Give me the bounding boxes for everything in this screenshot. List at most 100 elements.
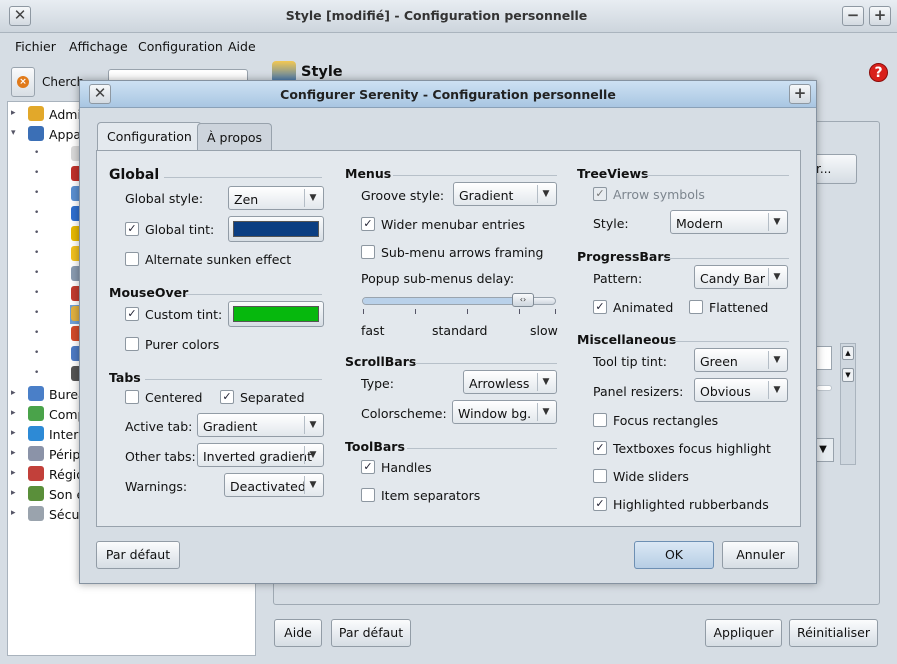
global-tint-checkbox[interactable]: ✓ <box>125 222 139 236</box>
panel-resizers-select[interactable]: Obvious ▼ <box>694 378 788 402</box>
focus-rectangles-label: Focus rectangles <box>613 413 719 428</box>
flattened-checkbox[interactable] <box>689 300 703 314</box>
other-tabs-select[interactable]: Inverted gradient ▼ <box>197 443 324 467</box>
global-tint-color-button[interactable] <box>228 216 324 242</box>
expander-closed-icon[interactable]: ▸ <box>11 468 16 478</box>
textbox-focus-checkbox[interactable]: ✓ <box>593 441 607 455</box>
menu-aide[interactable]: Aide <box>228 39 256 54</box>
animated-checkbox[interactable]: ✓ <box>593 300 607 314</box>
expander-closed-icon[interactable]: ▸ <box>11 108 16 118</box>
expander-closed-icon[interactable]: ▸ <box>11 428 16 438</box>
apply-button[interactable]: Appliquer <box>705 619 782 647</box>
active-tab-select[interactable]: Gradient ▼ <box>197 413 324 437</box>
item-separators-checkbox[interactable] <box>361 488 375 502</box>
expander-closed-icon[interactable]: ▸ <box>11 448 16 458</box>
help-icon[interactable]: ? <box>869 63 888 82</box>
window-title: Style [modifié] - Configuration personne… <box>285 8 588 23</box>
expander-closed-icon[interactable]: ▸ <box>11 488 16 498</box>
chevron-down-icon: ▼ <box>304 476 321 494</box>
clear-search-button[interactable]: × <box>11 67 35 97</box>
section-misc-heading: Miscellaneous <box>577 332 789 347</box>
reset-button[interactable]: Réinitialiser <box>789 619 878 647</box>
pattern-label: Pattern: <box>593 271 643 286</box>
popup-delay-fill <box>363 298 527 304</box>
slider-tick <box>555 309 556 314</box>
separated-checkbox[interactable]: ✓ <box>220 390 234 404</box>
scroll-up-icon[interactable]: ▲ <box>842 346 854 360</box>
ok-button[interactable]: OK <box>634 541 714 569</box>
menu-configuration[interactable]: Configuration <box>138 39 223 54</box>
tree-item-label: Périp <box>49 447 81 462</box>
help-button[interactable]: Aide <box>274 619 322 647</box>
tree-bullet-icon: • <box>34 308 40 318</box>
scrollbar-type-label: Type: <box>361 376 394 391</box>
configure-dialog: ✕ Configurer Serenity - Configuration pe… <box>79 80 817 584</box>
alternate-sunken-checkbox[interactable] <box>125 252 139 266</box>
item-separators-label: Item separators <box>381 488 481 503</box>
panel-resizers-value: Obvious <box>700 384 751 399</box>
tab-configuration[interactable]: Configuration <box>97 122 202 151</box>
submenu-arrows-checkbox[interactable] <box>361 245 375 259</box>
expander-closed-icon[interactable]: ▸ <box>11 408 16 418</box>
components-icon <box>28 406 44 421</box>
menu-fichier[interactable]: Fichier <box>15 39 56 54</box>
purer-colors-label: Purer colors <box>145 337 220 352</box>
tree-item-label: Appa <box>49 127 82 142</box>
delay-fast-label: fast <box>361 323 385 338</box>
colorscheme-select[interactable]: Window bg. ▼ <box>452 400 557 424</box>
separated-label: Separated <box>240 390 305 405</box>
custom-tint-color-button[interactable] <box>228 301 324 327</box>
tab-a-propos[interactable]: À propos <box>197 123 273 150</box>
custom-tint-checkbox[interactable]: ✓ <box>125 307 139 321</box>
tooltip-tint-select[interactable]: Green ▼ <box>694 348 788 372</box>
chevron-down-icon: ▼ <box>304 416 321 434</box>
tree-bullet-icon: • <box>34 248 40 258</box>
delay-standard-label: standard <box>432 323 488 338</box>
dialog-defaults-button[interactable]: Par défaut <box>96 541 180 569</box>
centered-checkbox[interactable] <box>125 390 139 404</box>
scroll-down-icon[interactable]: ▼ <box>842 368 854 382</box>
clear-search-icon: × <box>17 76 29 88</box>
menu-affichage[interactable]: Affichage <box>69 39 128 54</box>
window-minimize-button[interactable]: − <box>842 6 864 26</box>
pattern-select[interactable]: Candy Bar ▼ <box>694 265 788 289</box>
section-treeviews-heading: TreeViews <box>577 166 789 181</box>
wide-sliders-checkbox[interactable] <box>593 469 607 483</box>
delay-slow-label: slow <box>530 323 558 338</box>
arrow-symbols-checkbox[interactable]: ✓ <box>593 187 607 201</box>
handles-checkbox[interactable]: ✓ <box>361 460 375 474</box>
treeview-style-select[interactable]: Modern ▼ <box>670 210 788 234</box>
expander-open-icon[interactable]: ▾ <box>11 128 16 138</box>
security-icon <box>28 506 44 521</box>
scrollbar-type-select[interactable]: Arrowless ▼ <box>463 370 557 394</box>
focus-rectangles-checkbox[interactable] <box>593 413 607 427</box>
cancel-button[interactable]: Annuler <box>722 541 799 569</box>
animated-label: Animated <box>613 300 674 315</box>
warnings-select[interactable]: Deactivated ▼ <box>224 473 324 497</box>
rubberbands-checkbox[interactable]: ✓ <box>593 497 607 511</box>
configuration-panel: Global Global style: Zen ▼ ✓ Global tint… <box>96 150 801 527</box>
expander-closed-icon[interactable]: ▸ <box>11 388 16 398</box>
window-maximize-button[interactable]: + <box>869 6 891 26</box>
section-scrollbars-heading: ScrollBars <box>345 354 557 369</box>
purer-colors-checkbox[interactable] <box>125 337 139 351</box>
global-style-select[interactable]: Zen ▼ <box>228 186 324 210</box>
custom-tint-swatch <box>233 306 319 322</box>
maximize-icon: + <box>793 84 807 102</box>
preview-scrollbar[interactable]: ▲ ▼ <box>840 343 856 465</box>
tree-bullet-icon: • <box>34 188 40 198</box>
expander-closed-icon[interactable]: ▸ <box>11 508 16 518</box>
popup-delay-handle[interactable]: ‹› <box>512 293 534 307</box>
groove-style-value: Gradient <box>459 188 514 203</box>
tree-bullet-icon: • <box>34 348 40 358</box>
groove-style-select[interactable]: Gradient ▼ <box>453 182 557 206</box>
tree-bullet-icon: • <box>34 148 40 158</box>
other-tabs-label: Other tabs: <box>125 449 196 464</box>
tree-bullet-icon: • <box>34 328 40 338</box>
region-icon <box>28 466 44 481</box>
wider-menubar-checkbox[interactable]: ✓ <box>361 217 375 231</box>
section-tabs-heading: Tabs <box>109 370 322 385</box>
dialog-maximize-button[interactable]: + <box>789 84 811 104</box>
tooltip-tint-value: Green <box>700 354 738 369</box>
main-defaults-button[interactable]: Par défaut <box>331 619 411 647</box>
